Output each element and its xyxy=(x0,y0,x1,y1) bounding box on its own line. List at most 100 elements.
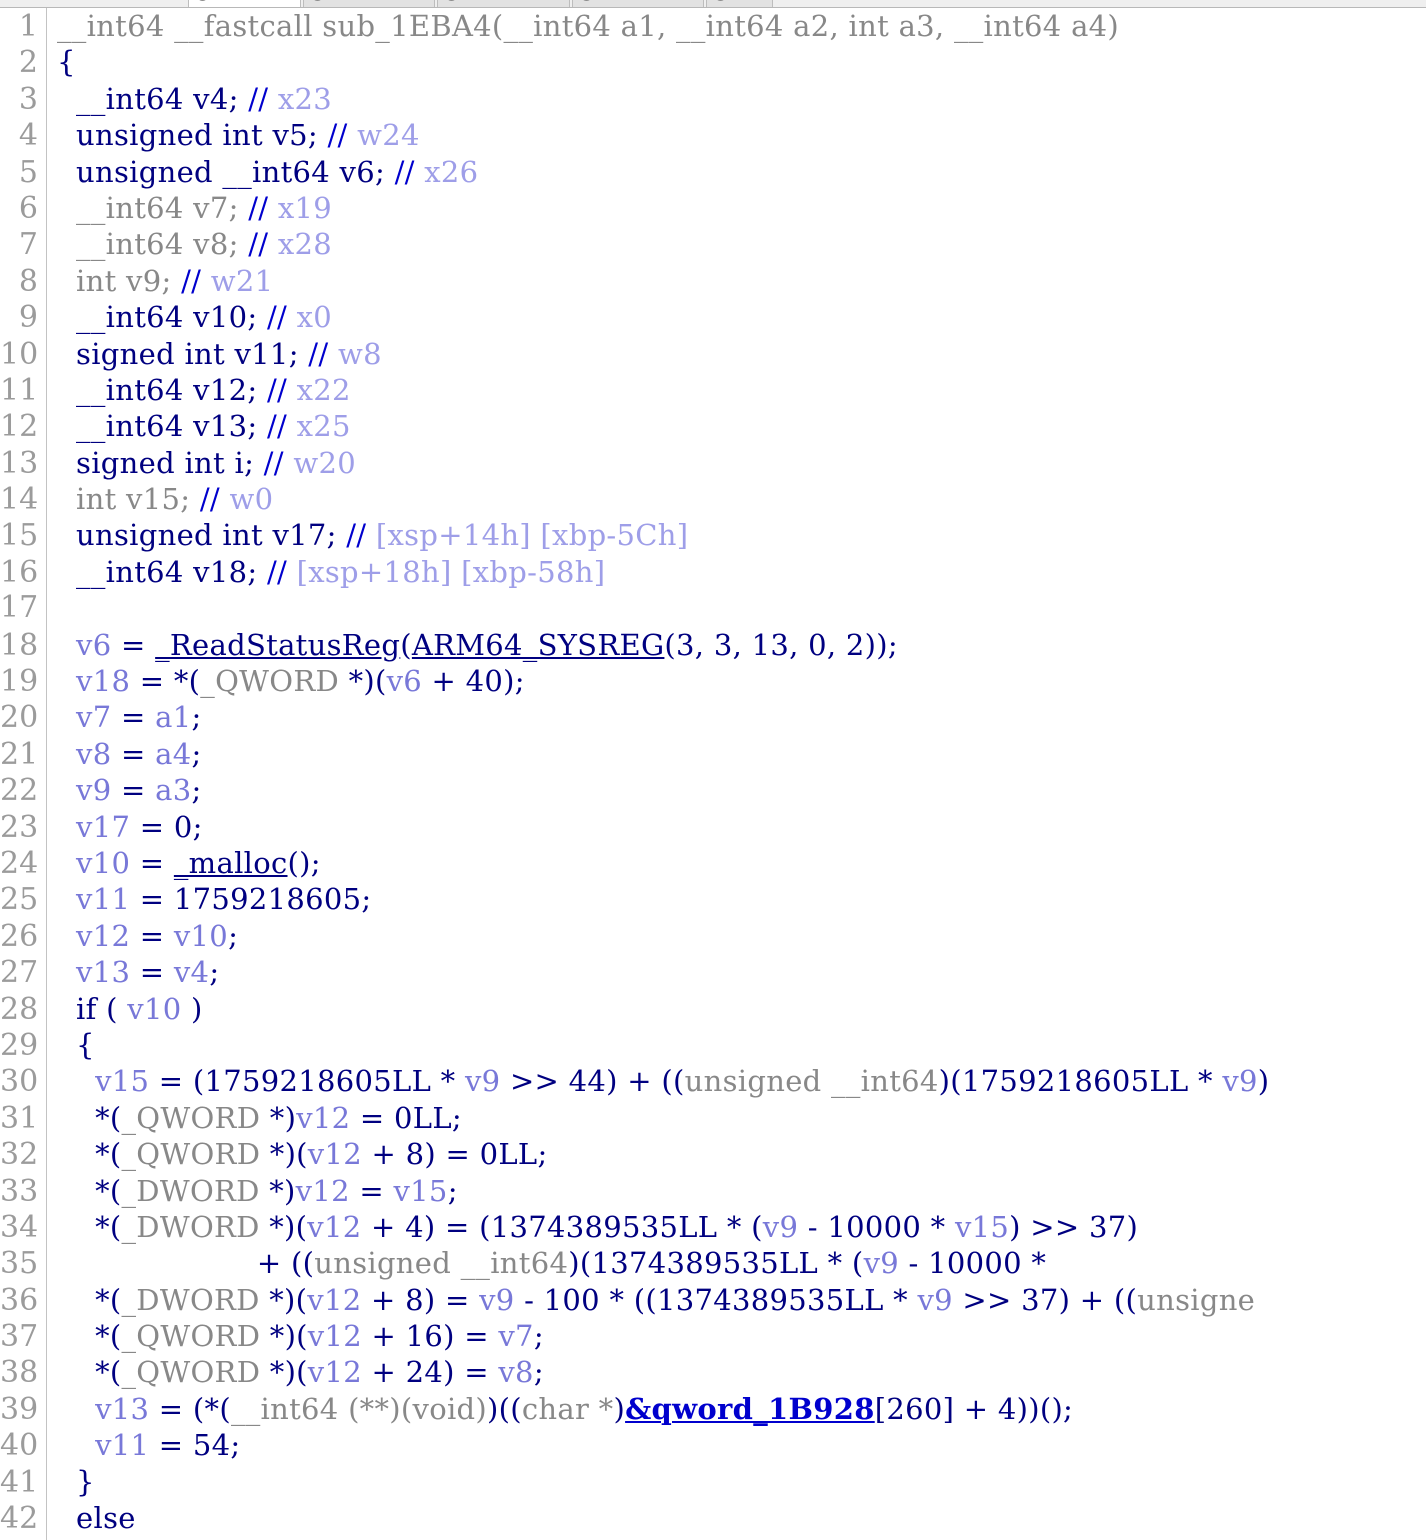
code-line-text[interactable]: signed int i; // w20 xyxy=(47,445,356,481)
code-line[interactable]: 8 int v9; // w21 xyxy=(0,262,1426,300)
local-variable-token[interactable]: v9 xyxy=(917,1283,952,1317)
code-line[interactable]: 10 signed int v11; // w8 xyxy=(0,335,1426,372)
local-variable-token[interactable]: v15 xyxy=(95,1064,149,1098)
code-line-text[interactable]: *(_DWORD *)(v12 + 4) = (1374389535LL * (… xyxy=(47,1209,1138,1245)
local-variable-token[interactable]: v13 xyxy=(95,1392,149,1426)
code-line-text[interactable]: unsigned __int64 v6; // x26 xyxy=(47,154,478,190)
local-variable-token[interactable]: a1 xyxy=(155,700,191,734)
code-line[interactable]: 4 unsigned int v5; // w24 xyxy=(0,117,1426,154)
local-variable-token[interactable]: v12 xyxy=(308,1319,362,1353)
code-line-text[interactable]: v8 = a4; xyxy=(47,736,202,772)
code-line[interactable]: 5 unsigned __int64 v6; // x26 xyxy=(0,153,1426,190)
code-line[interactable]: 42 else xyxy=(0,1500,1426,1537)
code-line-text[interactable]: *(_QWORD *)(v12 + 8) = 0LL; xyxy=(47,1136,548,1172)
code-line-text[interactable]: int v9; // w21 xyxy=(47,263,273,299)
local-variable-token[interactable]: v15 xyxy=(394,1174,448,1208)
tab-ida-view-a[interactable]: IDA View-A xyxy=(188,0,302,7)
local-variable-token[interactable]: v11 xyxy=(76,882,130,916)
local-variable-token[interactable]: v12 xyxy=(76,919,130,953)
code-line-text[interactable]: __int64 v12; // x22 xyxy=(47,372,351,408)
code-line-text[interactable]: { xyxy=(47,44,76,80)
code-line-text[interactable]: __int64 v13; // x25 xyxy=(47,408,351,444)
local-variable-token[interactable]: v9 xyxy=(465,1064,500,1098)
code-line[interactable]: 15 unsigned int v17; // [xsp+14h] [xbp-5… xyxy=(0,517,1426,554)
code-line[interactable]: 12 __int64 v13; // x25 xyxy=(0,408,1426,445)
local-variable-token[interactable]: v11 xyxy=(95,1428,149,1462)
code-line-text[interactable]: int v15; // w0 xyxy=(47,481,273,517)
local-variable-token[interactable]: a3 xyxy=(155,773,191,807)
code-line-text[interactable]: __int64 v4; // x23 xyxy=(47,81,332,117)
function-name-token[interactable]: _ReadStatusReg xyxy=(155,628,400,662)
code-line[interactable]: 1 __int64 __fastcall sub_1EBA4(__int64 a1… xyxy=(0,8,1426,45)
code-line[interactable]: 39 v13 = (*(__int64 (**)(void))((char *)… xyxy=(0,1390,1426,1428)
code-line[interactable]: 6 __int64 v7; // x19 xyxy=(0,189,1426,227)
code-line[interactable]: 40 v11 = 54; xyxy=(0,1427,1426,1464)
local-variable-token[interactable]: v12 xyxy=(308,1137,362,1171)
code-line[interactable]: 25 v11 = 1759218605; xyxy=(0,881,1426,918)
code-line[interactable]: 35 + ((unsigned __int64)(1374389535LL * … xyxy=(0,1245,1426,1282)
local-variable-token[interactable]: v8 xyxy=(76,737,111,771)
code-line[interactable]: 18 v6 = _ReadStatusReg(ARM64_SYSREG(3, 3… xyxy=(0,626,1426,664)
code-line[interactable]: 17 xyxy=(0,590,1426,627)
code-line-text[interactable]: v9 = a3; xyxy=(47,772,202,808)
local-variable-token[interactable]: v12 xyxy=(307,1210,361,1244)
code-line-text[interactable]: + ((unsigned __int64)(1374389535LL * (v9… xyxy=(47,1245,1056,1281)
local-variable-token[interactable]: v8 xyxy=(498,1355,533,1389)
local-variable-token[interactable]: v13 xyxy=(76,955,130,989)
global-symbol-token[interactable]: &qword_1B928 xyxy=(625,1392,875,1426)
local-variable-token[interactable]: v10 xyxy=(76,846,130,880)
local-variable-token[interactable]: v7 xyxy=(498,1319,533,1353)
code-line-text[interactable]: v7 = a1; xyxy=(47,699,202,735)
code-line[interactable]: 14 int v15; // w0 xyxy=(0,481,1426,518)
local-variable-token[interactable]: v18 xyxy=(76,664,130,698)
code-line[interactable]: 22 v9 = a3; xyxy=(0,772,1426,809)
local-variable-token[interactable]: v17 xyxy=(76,810,130,844)
local-variable-token[interactable]: v12 xyxy=(307,1283,361,1317)
local-variable-token[interactable]: v9 xyxy=(864,1246,899,1280)
local-variable-token[interactable]: v4 xyxy=(174,955,209,989)
local-variable-token[interactable]: v6 xyxy=(76,628,111,662)
tab-pseudocode-c[interactable]: Pseudocode-C xyxy=(437,0,570,7)
local-variable-token[interactable]: v12 xyxy=(296,1174,350,1208)
code-line-text[interactable]: *(_DWORD *)v12 = v15; xyxy=(47,1173,458,1209)
code-line[interactable]: 36 *(_DWORD *)(v12 + 8) = v9 - 100 * ((1… xyxy=(0,1281,1426,1319)
code-line-text[interactable]: __int64 v18; // [xsp+18h] [xbp-58h] xyxy=(47,554,605,590)
code-line-text[interactable]: *(_DWORD *)(v12 + 8) = v9 - 100 * ((1374… xyxy=(47,1282,1255,1318)
code-line-text[interactable]: *(_QWORD *)(v12 + 16) = v7; xyxy=(47,1318,544,1354)
function-name-token[interactable]: ARM64_SYSREG xyxy=(412,628,665,662)
code-line-text[interactable]: __int64 v7; // x19 xyxy=(47,190,332,226)
close-circle-icon[interactable] xyxy=(312,0,324,1)
code-line-text[interactable]: { xyxy=(47,1027,95,1063)
code-line-text[interactable]: v13 = (*(__int64 (**)(void))((char *)&qw… xyxy=(47,1391,1073,1427)
code-line[interactable]: 20 v7 = a1; xyxy=(0,699,1426,736)
code-line-text[interactable]: *(_QWORD *)(v12 + 24) = v8; xyxy=(47,1354,544,1390)
local-variable-token[interactable]: v9 xyxy=(763,1210,798,1244)
local-variable-token[interactable]: v10 xyxy=(127,992,181,1026)
code-line-text[interactable]: v6 = _ReadStatusReg(ARM64_SYSREG(3, 3, 1… xyxy=(47,627,898,663)
code-line[interactable]: 30 v15 = (1759218605LL * v9 >> 44) + ((u… xyxy=(0,1063,1426,1100)
code-line[interactable]: 43 { xyxy=(0,1536,1426,1540)
code-line[interactable]: 9 __int64 v10; // x0 xyxy=(0,299,1426,336)
local-variable-token[interactable]: v7 xyxy=(76,700,111,734)
code-line[interactable]: 13 signed int i; // w20 xyxy=(0,444,1426,482)
code-line-text[interactable]: __int64 __fastcall sub_1EBA4(__int64 a1,… xyxy=(47,8,1119,44)
close-circle-icon[interactable] xyxy=(197,0,208,1)
local-variable-token[interactable]: v9 xyxy=(1222,1064,1257,1098)
local-variable-token[interactable]: v12 xyxy=(308,1355,362,1389)
code-line[interactable]: 32 *(_QWORD *)(v12 + 8) = 0LL; xyxy=(0,1136,1426,1173)
code-line-text[interactable]: unsigned int v5; // w24 xyxy=(47,117,420,153)
local-variable-token[interactable]: v9 xyxy=(479,1283,514,1317)
local-variable-token[interactable]: a4 xyxy=(155,737,191,771)
code-line-text[interactable]: v10 = _malloc(); xyxy=(47,845,321,881)
pseudocode-code-area[interactable]: 1 __int64 __fastcall sub_1EBA4(__int64 a1… xyxy=(0,8,1426,1540)
code-line-text[interactable]: v13 = v4; xyxy=(47,954,219,990)
code-line[interactable]: 38 *(_QWORD *)(v12 + 24) = v8; xyxy=(0,1354,1426,1391)
code-line[interactable]: 23 v17 = 0; xyxy=(0,808,1426,845)
local-variable-token[interactable]: v6 xyxy=(387,664,422,698)
code-line[interactable]: 26 v12 = v10; xyxy=(0,917,1426,955)
local-variable-token[interactable]: v12 xyxy=(296,1101,350,1135)
code-line-text[interactable]: if ( v10 ) xyxy=(47,991,203,1027)
code-line[interactable]: 24 v10 = _malloc(); xyxy=(0,844,1426,882)
code-line[interactable]: 3 __int64 v4; // x23 xyxy=(0,80,1426,118)
code-line[interactable]: 19 v18 = *(_QWORD *)(v6 + 40); xyxy=(0,663,1426,700)
